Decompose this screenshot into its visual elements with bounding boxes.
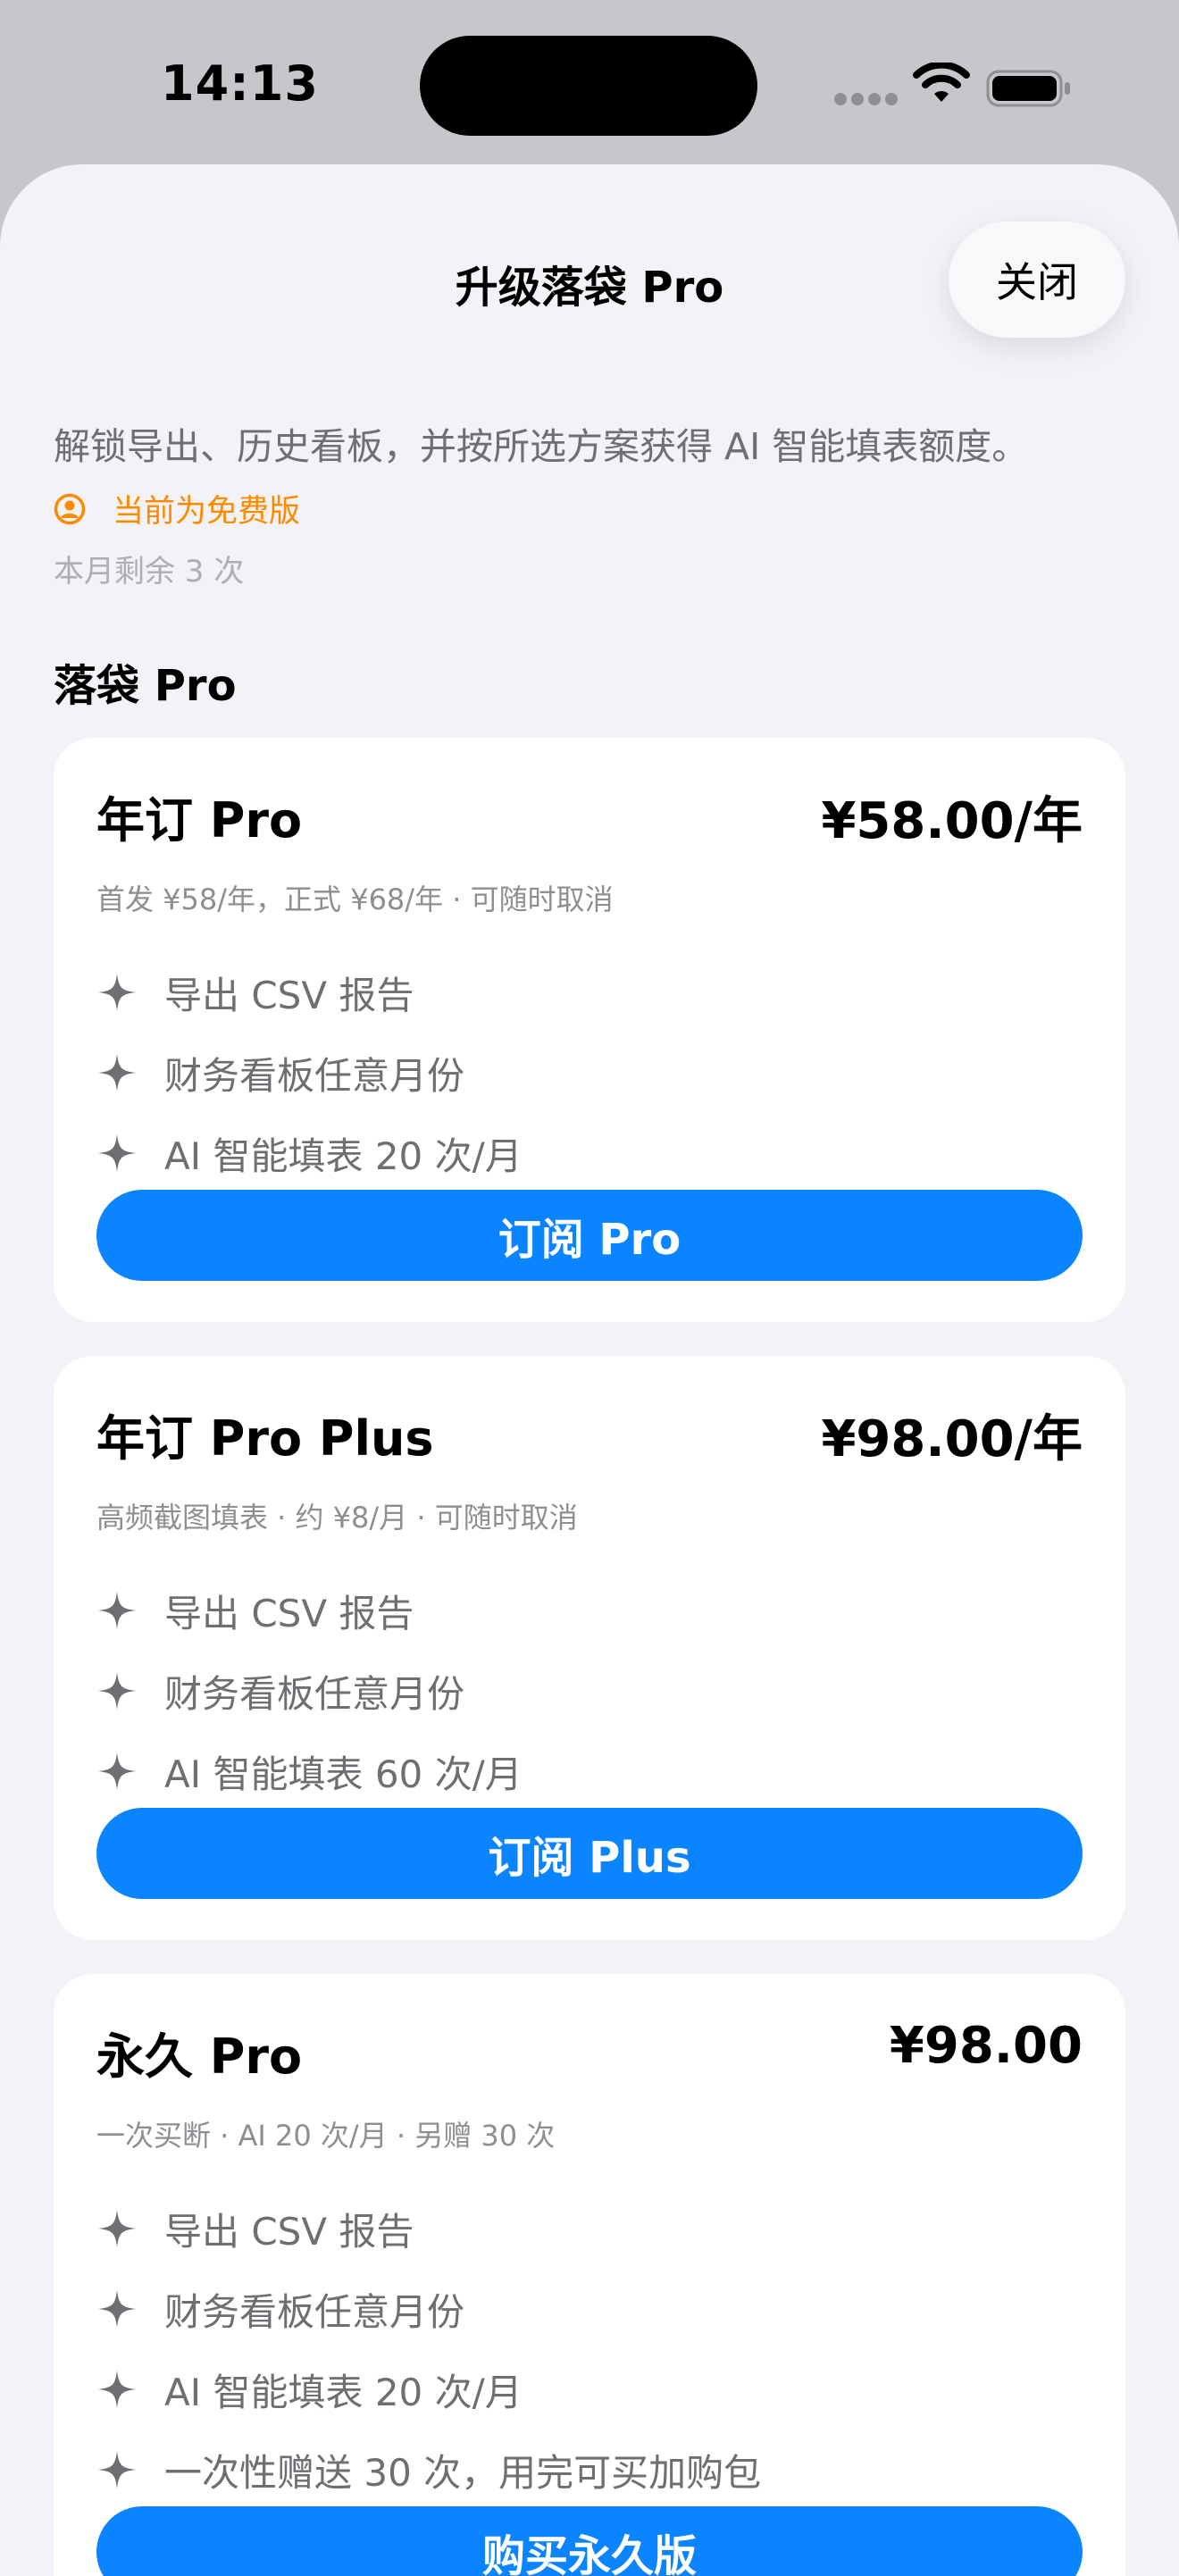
sparkle-icon xyxy=(98,2371,136,2408)
feature-text: AI 智能填表 60 次/月 xyxy=(164,1752,523,1796)
plan-subtitle: 高频截图填表 · 约 ¥8/月 · 可随时取消 xyxy=(96,1501,578,1535)
sparkle-icon xyxy=(98,2210,136,2247)
status-time: 14:13 xyxy=(161,55,319,112)
sparkle-icon xyxy=(98,2290,136,2328)
feature-list: 导出 CSV 报告 财务看板任意月份 AI 智能填表 60 次/月 xyxy=(96,1570,1079,1811)
cellular-dots-icon xyxy=(834,93,899,105)
section-title: 落袋 Pro xyxy=(54,661,237,711)
feature-text: 导出 CSV 报告 xyxy=(164,2209,414,2254)
sparkle-icon xyxy=(98,1054,136,1091)
feature-text: 一次性赠送 30 次，用完可买加购包 xyxy=(164,2450,762,2495)
sparkle-icon xyxy=(98,2451,136,2488)
plan-card-annual-pro: 年订 Pro ¥58.00/年 首发 ¥58/年，正式 ¥68/年 · 可随时取… xyxy=(54,738,1125,1322)
feature-text: 导出 CSV 报告 xyxy=(164,1591,414,1635)
wifi-icon xyxy=(913,63,970,102)
feature-item: 导出 CSV 报告 xyxy=(96,1570,1079,1651)
plan-name: 永久 Pro xyxy=(96,2028,303,2085)
feature-item: AI 智能填表 20 次/月 xyxy=(96,2349,1079,2430)
feature-text: 财务看板任意月份 xyxy=(164,1053,465,1098)
feature-text: 财务看板任意月份 xyxy=(164,1671,465,1716)
subscribe-pro-button[interactable]: 订阅 Pro xyxy=(96,1190,1083,1281)
feature-list: 导出 CSV 报告 财务看板任意月份 AI 智能填表 20 次/月 一次性赠送 … xyxy=(96,2188,1079,2510)
upgrade-sheet: 升级落袋 Pro 关闭 解锁导出、历史看板，并按所选方案获得 AI 智能填表额度… xyxy=(0,164,1179,2576)
close-button[interactable]: 关闭 xyxy=(949,222,1125,338)
current-plan-label: 当前为免费版 xyxy=(113,494,301,530)
feature-item: 财务看板任意月份 xyxy=(96,1651,1079,1731)
intro-text: 解锁导出、历史看板，并按所选方案获得 AI 智能填表额度。 xyxy=(54,425,1029,468)
plan-price: ¥98.00/年 xyxy=(821,1410,1083,1468)
sparkle-icon xyxy=(98,1592,136,1629)
feature-item: 导出 CSV 报告 xyxy=(96,952,1079,1033)
feature-item: AI 智能填表 20 次/月 xyxy=(96,1113,1079,1193)
dynamic-island xyxy=(420,36,757,136)
feature-item: 财务看板任意月份 xyxy=(96,1033,1079,1113)
plan-subtitle: 一次买断 · AI 20 次/月 · 另赠 30 次 xyxy=(96,2119,556,2153)
buy-lifetime-button[interactable]: 购买永久版 xyxy=(96,2506,1083,2576)
status-bar: 14:13 xyxy=(0,0,1179,170)
person-circle-icon xyxy=(54,493,86,524)
plan-price: ¥98.00 xyxy=(889,2017,1083,2075)
plan-price: ¥58.00/年 xyxy=(821,792,1083,850)
battery-icon xyxy=(986,70,1070,107)
plan-subtitle: 首发 ¥58/年，正式 ¥68/年 · 可随时取消 xyxy=(96,882,614,916)
remaining-quota: 本月剩余 3 次 xyxy=(54,554,245,590)
feature-item: 导出 CSV 报告 xyxy=(96,2188,1079,2269)
feature-text: 财务看板任意月份 xyxy=(164,2289,465,2334)
feature-item: 一次性赠送 30 次，用完可买加购包 xyxy=(96,2430,1079,2510)
subscribe-plus-button[interactable]: 订阅 Plus xyxy=(96,1808,1083,1899)
feature-item: AI 智能填表 60 次/月 xyxy=(96,1731,1079,1811)
plan-name: 年订 Pro Plus xyxy=(96,1410,434,1467)
sparkle-icon xyxy=(98,1672,136,1710)
feature-list: 导出 CSV 报告 财务看板任意月份 AI 智能填表 20 次/月 xyxy=(96,952,1079,1193)
plan-card-annual-pro-plus: 年订 Pro Plus ¥98.00/年 高频截图填表 · 约 ¥8/月 · 可… xyxy=(54,1356,1125,1940)
sparkle-icon xyxy=(98,1134,136,1172)
current-plan-status: 当前为免费版 xyxy=(54,486,300,531)
sparkle-icon xyxy=(98,1752,136,1790)
feature-item: 财务看板任意月份 xyxy=(96,2269,1079,2349)
feature-text: AI 智能填表 20 次/月 xyxy=(164,2370,523,2414)
plan-name: 年订 Pro xyxy=(96,792,303,849)
feature-text: 导出 CSV 报告 xyxy=(164,973,414,1017)
plan-card-lifetime-pro: 永久 Pro ¥98.00 一次买断 · AI 20 次/月 · 另赠 30 次… xyxy=(54,1974,1125,2576)
feature-text: AI 智能填表 20 次/月 xyxy=(164,1133,523,1178)
sparkle-icon xyxy=(98,974,136,1011)
